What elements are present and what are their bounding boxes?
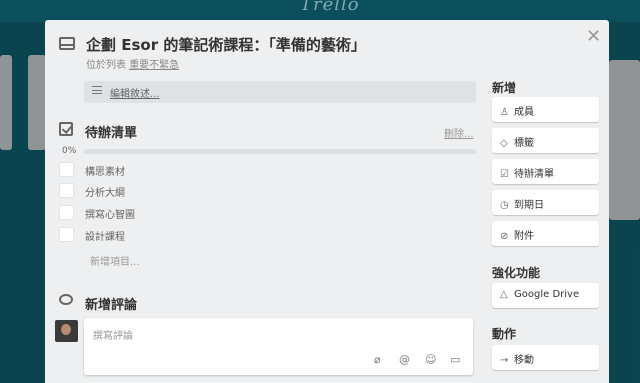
attachment-button[interactable]: ⊘ 附件 bbox=[492, 221, 599, 246]
mention-icon[interactable]: @ bbox=[399, 353, 410, 366]
checklist-item-label[interactable]: 設計課程 bbox=[85, 228, 125, 243]
attachment-icon[interactable]: ⌀ bbox=[374, 353, 381, 366]
labels-button[interactable]: ◇ 標籤 bbox=[492, 128, 599, 153]
checklist-checkbox[interactable] bbox=[59, 162, 74, 177]
labels-label: 標籤 bbox=[514, 138, 534, 149]
paperclip-icon: ⊘ bbox=[500, 231, 509, 242]
description-icon bbox=[92, 86, 102, 94]
due-date-label: 到期日 bbox=[514, 200, 544, 211]
edit-description-button[interactable]: 編輯敘述... bbox=[84, 81, 476, 103]
checklist-label: 待辦清單 bbox=[514, 169, 554, 180]
actions-heading: 動作 bbox=[492, 327, 517, 341]
comment-placeholder: 撰寫評論 bbox=[93, 331, 133, 342]
add-checklist-item-link[interactable]: 新增項目... bbox=[90, 253, 140, 268]
board-header: Trello bbox=[0, 0, 640, 22]
checklist-item-label[interactable]: 分析大綱 bbox=[85, 184, 125, 199]
powerups-heading: 強化功能 bbox=[492, 266, 541, 280]
card-link-icon[interactable]: ▭ bbox=[450, 353, 460, 366]
checklist-title[interactable]: 待辦清單 bbox=[85, 122, 137, 141]
add-heading: 新增 bbox=[492, 81, 517, 95]
checklist-item-label[interactable]: 撰寫心智圖 bbox=[85, 206, 135, 221]
checklist-icon: ☑ bbox=[500, 169, 509, 180]
checklist-item-label[interactable]: 構思素材 bbox=[85, 163, 125, 178]
checklist-progress-percent: 0% bbox=[62, 146, 77, 156]
list-name-link[interactable]: 重要不緊急 bbox=[129, 60, 179, 71]
trello-logo: Trello bbox=[300, 0, 360, 15]
emoji-icon[interactable]: ☺ bbox=[425, 353, 436, 366]
tag-icon: ◇ bbox=[500, 138, 508, 149]
card-icon bbox=[59, 37, 75, 50]
move-button[interactable]: → 移動 bbox=[492, 345, 599, 370]
person-icon: ♙ bbox=[500, 107, 509, 118]
move-label: 移動 bbox=[514, 355, 534, 366]
members-button[interactable]: ♙ 成員 bbox=[492, 97, 599, 122]
checklist-checkbox[interactable] bbox=[59, 227, 74, 242]
checklist-progress-bar bbox=[84, 149, 476, 154]
checklist-checkbox[interactable] bbox=[59, 205, 74, 220]
google-drive-label: Google Drive bbox=[514, 289, 580, 300]
checklist-icon bbox=[59, 122, 73, 136]
google-drive-button[interactable]: △ Google Drive bbox=[492, 283, 599, 308]
card-title[interactable]: 企劃 Esor 的筆記術課程：「準備的藝術」 bbox=[86, 34, 366, 55]
close-icon[interactable]: ✕ bbox=[586, 26, 601, 47]
comment-input[interactable]: 撰寫評論 ⌀ @ ☺ ▭ bbox=[84, 318, 473, 375]
attachment-label: 附件 bbox=[514, 231, 534, 242]
comment-icon bbox=[59, 294, 73, 305]
avatar[interactable] bbox=[55, 320, 78, 342]
edit-description-label: 編輯敘述... bbox=[110, 89, 160, 100]
checklist-checkbox[interactable] bbox=[59, 183, 74, 198]
members-label: 成員 bbox=[514, 107, 534, 118]
google-drive-icon: △ bbox=[500, 289, 508, 300]
clock-icon: ◷ bbox=[500, 200, 509, 211]
checklist-button[interactable]: ☑ 待辦清單 bbox=[492, 159, 599, 184]
card-list-info: 位於列表 重要不緊急 bbox=[86, 56, 179, 71]
due-date-button[interactable]: ◷ 到期日 bbox=[492, 190, 599, 215]
arrow-right-icon: → bbox=[500, 355, 509, 366]
add-comment-title: 新增評論 bbox=[85, 298, 138, 313]
in-list-label: 位於列表 bbox=[86, 60, 130, 71]
checklist-delete-link[interactable]: 刪除... bbox=[444, 125, 474, 140]
